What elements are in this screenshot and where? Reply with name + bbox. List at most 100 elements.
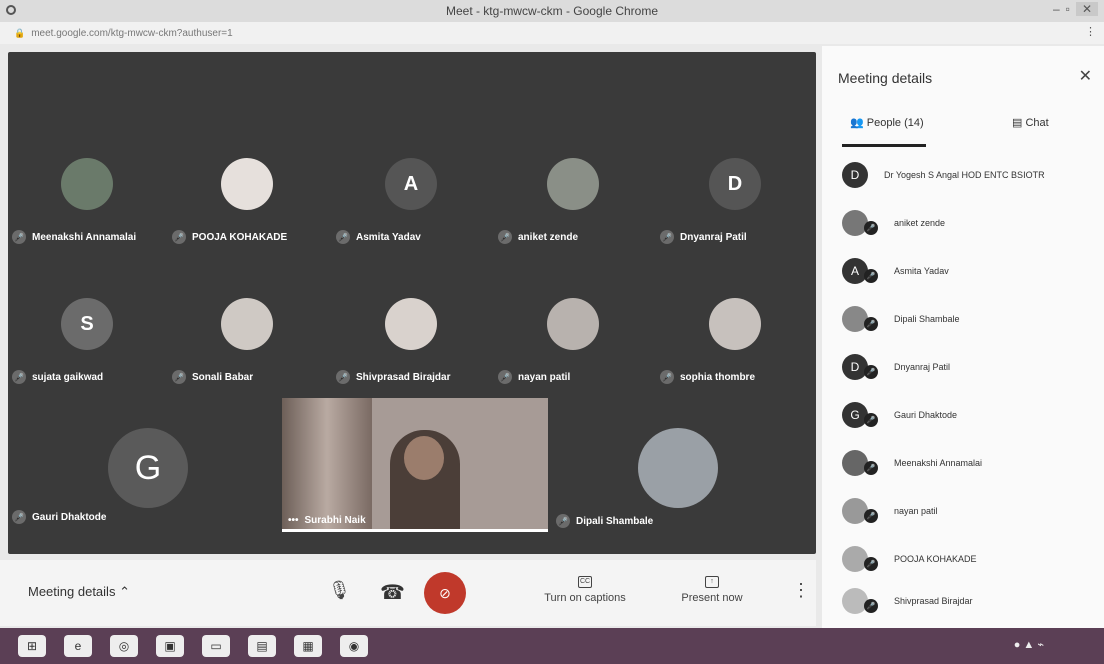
participant-tile[interactable]: 🎤 aniket zende (498, 158, 648, 268)
microphone-button[interactable]: 🎙 (328, 580, 351, 601)
participant-tile[interactable]: A 🎤 Asmita Yadav (336, 158, 486, 268)
person-name: Gauri Dhaktode (894, 410, 958, 420)
participant-tile[interactable]: 🎤 Gauri Dhaktode (12, 438, 162, 548)
people-list-item[interactable]: 🎤 POOJA KOHAKADE (842, 544, 1102, 574)
participant-name: 🎤 POOJA KOHAKADE (172, 230, 287, 244)
person-name: Dnyanraj Patil (894, 362, 951, 372)
participant-tile[interactable]: 🎤 nayan patil (498, 298, 648, 408)
participant-avatar (547, 298, 599, 350)
person-name: Dr Yogesh S Angal HOD ENTC BSIOTR (884, 170, 1045, 180)
person-avatar: D (842, 354, 868, 380)
participant-tile[interactable]: 🎤 POOJA KOHAKADE (172, 158, 322, 268)
present-icon: ↑ (705, 576, 719, 588)
person-avatar (842, 498, 868, 524)
participant-avatar (638, 428, 718, 508)
participant-name: 🎤 Sonali Babar (172, 370, 253, 384)
participant-tile[interactable]: S 🎤 sujata gaikwad (12, 298, 162, 408)
mic-off-icon: 🎤 (864, 365, 878, 379)
person-name: Shivprasad Birajdar (894, 596, 973, 606)
address-bar[interactable]: 🔒 meet.google.com/ktg-mwcw-ckm?authuser=… (0, 22, 1104, 44)
more-dots-icon: ••• (288, 515, 299, 526)
participant-name: 🎤 Meenakshi Annamalai (12, 230, 136, 244)
presenter-label: ••• Surabhi Naik (288, 515, 366, 526)
mic-off-icon: 🎤 (336, 370, 350, 384)
app-icon[interactable]: ▦ (294, 635, 322, 657)
people-list-item[interactable]: D 🎤 Dnyanraj Patil (842, 352, 1102, 382)
person-avatar (842, 450, 868, 476)
tab-people[interactable]: 👥 People (14) (850, 116, 924, 129)
person-avatar (842, 546, 868, 572)
people-list-item[interactable]: 🎤 Dipali Shambale (842, 304, 1102, 334)
person-name: POOJA KOHAKADE (894, 554, 977, 564)
people-list-item[interactable]: 🎤 nayan patil (842, 496, 1102, 526)
mic-off-icon: 🎤 (864, 317, 878, 331)
more-options-icon[interactable]: ⋮ (792, 580, 810, 601)
people-list-item[interactable]: 🎤 Shivprasad Birajdar (842, 586, 1102, 616)
mic-off-icon: 🎤 (336, 230, 350, 244)
hangup-button[interactable]: ☎ (380, 580, 405, 605)
camera-off-button[interactable]: ⊘ (424, 572, 466, 614)
participant-avatar (709, 298, 761, 350)
participant-tile[interactable]: 🎤 Sonali Babar (172, 298, 322, 408)
app-icon[interactable]: ▤ (248, 635, 276, 657)
chrome-icon (6, 5, 16, 15)
browser-menu-icon[interactable]: ⋮ (1085, 25, 1096, 38)
person-avatar (842, 210, 868, 236)
participant-name: 🎤 sujata gaikwad (12, 370, 103, 384)
participant-tile[interactable]: 🎤 sophia thombre (660, 298, 810, 408)
mic-off-icon: 🎤 (864, 509, 878, 523)
minimize-button[interactable]: – (1053, 2, 1060, 16)
people-list-item[interactable]: G 🎤 Gauri Dhaktode (842, 400, 1102, 430)
present-button[interactable]: ↑ Present now (672, 576, 752, 604)
mic-off-icon: 🎤 (660, 370, 674, 384)
mic-off-icon: 🎤 (498, 370, 512, 384)
close-icon[interactable]: ✕ (1079, 66, 1092, 86)
mic-off-icon: 🎤 (12, 230, 26, 244)
window-titlebar: Meet - ktg-mwcw-ckm - Google Chrome – ▫ … (0, 0, 1104, 22)
participant-name: 🎤 aniket zende (498, 230, 578, 244)
participant-name: 🎤 Asmita Yadav (336, 230, 421, 244)
meeting-details-toggle[interactable]: Meeting details ⌃ (28, 584, 130, 600)
people-list-item[interactable]: D Dr Yogesh S Angal HOD ENTC BSIOTR (842, 160, 1102, 190)
start-icon[interactable]: ⊞ (18, 635, 46, 657)
person-avatar (842, 588, 868, 614)
restore-button[interactable]: ▫ (1066, 2, 1070, 16)
chrome-icon[interactable]: ◉ (340, 635, 368, 657)
close-window-button[interactable]: ✕ (1075, 2, 1098, 16)
participant-name: 🎤 sophia thombre (660, 370, 755, 384)
edge-icon[interactable]: e (64, 635, 92, 657)
participant-name: 🎤 nayan patil (498, 370, 570, 384)
video-grid: 🎤 Meenakshi Annamalai 🎤 POOJA KOHAKADE A 🎤… (8, 52, 816, 554)
active-tab-indicator (842, 144, 926, 147)
people-list-item[interactable]: 🎤 Meenakshi Annamalai (842, 448, 1102, 478)
active-speaker-bar (282, 529, 548, 532)
mic-off-icon: 🎤 (172, 370, 186, 384)
participant-tile[interactable]: 🎤 Dipali Shambale (556, 428, 718, 542)
file-explorer-icon[interactable]: ▭ (202, 635, 230, 657)
app-icon[interactable]: ◎ (110, 635, 138, 657)
participant-avatar (385, 298, 437, 350)
person-avatar: G (842, 402, 868, 428)
participant-avatar (61, 158, 113, 210)
participant-avatar (221, 158, 273, 210)
participant-tile[interactable]: 🎤 Meenakshi Annamalai (12, 158, 162, 268)
tab-chat[interactable]: ▤ Chat (1012, 116, 1049, 129)
presenter-video[interactable]: ••• Surabhi Naik (282, 398, 548, 532)
people-list-item[interactable]: 🎤 aniket zende (842, 208, 1102, 238)
mic-off-icon: 🎤 (498, 230, 512, 244)
captions-button[interactable]: CC Turn on captions (540, 576, 630, 604)
chevron-up-icon: ⌃ (119, 584, 130, 599)
mic-off-icon: 🎤 (660, 230, 674, 244)
participant-tile[interactable]: 🎤 Shivprasad Birajdar (336, 298, 486, 408)
participant-avatar: S (61, 298, 113, 350)
participant-name: 🎤 Gauri Dhaktode (12, 510, 106, 524)
meeting-details-panel: Meeting details ✕ 👥 People (14) ▤ Chat D… (822, 46, 1104, 628)
system-tray[interactable]: ● ▲ ⌁ (1014, 638, 1044, 651)
mic-off-icon: 🎤 (864, 413, 878, 427)
mic-off-icon: 🎤 (172, 230, 186, 244)
people-list-item[interactable]: A 🎤 Asmita Yadav (842, 256, 1102, 286)
participant-tile[interactable]: D 🎤 Dnyanraj Patil (660, 158, 810, 268)
app-icon[interactable]: ▣ (156, 635, 184, 657)
url-text[interactable]: meet.google.com/ktg-mwcw-ckm?authuser=1 (31, 28, 232, 39)
panel-tabs: 👥 People (14) ▤ Chat (842, 116, 1092, 147)
